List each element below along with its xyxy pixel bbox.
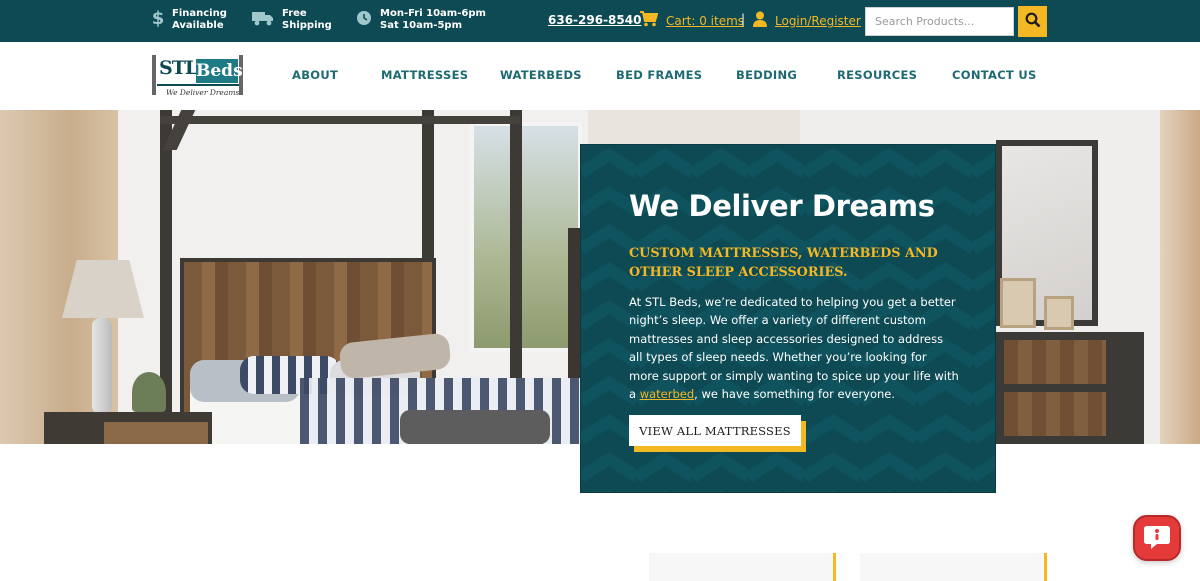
phone-link[interactable]: 636-296-8540 bbox=[548, 13, 641, 27]
financing-info[interactable]: $ Financing Available bbox=[152, 8, 227, 32]
hero-subtitle: CUSTOM MATTRESSES, WATERBEDS AND OTHER S… bbox=[629, 246, 938, 280]
search-icon bbox=[1025, 12, 1041, 31]
hours-line-2: Sat 10am-5pm bbox=[380, 20, 462, 31]
cart-icon bbox=[640, 11, 659, 31]
waterbed-link[interactable]: waterbed bbox=[640, 387, 694, 401]
login-register-link[interactable]: Login/Register bbox=[753, 11, 861, 31]
hero-body-text-2: , we have something for everyone. bbox=[694, 387, 896, 402]
nav-resources[interactable]: RESOURCES bbox=[837, 68, 917, 82]
nav-contact-us[interactable]: CONTACT US bbox=[952, 68, 1037, 82]
search-input[interactable] bbox=[865, 7, 1014, 36]
clock-icon bbox=[356, 10, 372, 30]
hero-promo-box: We Deliver Dreams CUSTOM MATTRESSES, WAT… bbox=[580, 144, 996, 493]
nav-separator: | bbox=[741, 12, 746, 26]
truck-icon bbox=[252, 10, 274, 30]
product-card-2[interactable] bbox=[860, 553, 1047, 581]
top-utility-bar: $ Financing Available Free Shipping Mon-… bbox=[0, 0, 1200, 42]
logo-bracket-left bbox=[152, 55, 156, 95]
logo-tagline: We Deliver Dreams bbox=[166, 88, 240, 97]
nav-mattresses[interactable]: MATTRESSES bbox=[381, 68, 468, 82]
login-label: Login/Register bbox=[775, 14, 861, 28]
nav-bedding[interactable]: BEDDING bbox=[736, 68, 797, 82]
nav-about[interactable]: ABOUT bbox=[292, 68, 338, 82]
shipping-line-1: Free bbox=[282, 8, 307, 19]
hours-line-1: Mon-Fri 10am-6pm bbox=[380, 8, 486, 19]
logo-underline bbox=[157, 84, 239, 86]
financing-line-1: Financing bbox=[172, 8, 227, 19]
hero-title: We Deliver Dreams bbox=[629, 189, 935, 223]
financing-line-2: Available bbox=[172, 20, 224, 31]
dollar-icon: $ bbox=[152, 8, 165, 32]
site-logo[interactable]: STL Beds We Deliver Dreams bbox=[152, 54, 244, 100]
cart-label: Cart: 0 items bbox=[666, 14, 745, 28]
svg-text:$: $ bbox=[152, 8, 164, 28]
user-icon bbox=[753, 11, 767, 31]
hero-body: At STL Beds, we’re dedicated to helping … bbox=[629, 293, 959, 403]
site-header: STL Beds We Deliver Dreams ABOUT MATTRES… bbox=[0, 42, 1200, 110]
logo-beds-text: Beds bbox=[196, 59, 243, 83]
store-hours: Mon-Fri 10am-6pm Sat 10am-5pm bbox=[356, 8, 486, 32]
chat-button[interactable] bbox=[1133, 515, 1181, 561]
cart-link[interactable]: Cart: 0 items bbox=[640, 11, 744, 31]
chat-icon bbox=[1142, 522, 1172, 555]
product-card-1[interactable] bbox=[649, 553, 836, 581]
hero-body-text-1: At STL Beds, we’re dedicated to helping … bbox=[629, 295, 959, 402]
search-button[interactable] bbox=[1018, 6, 1047, 37]
view-all-mattresses-button[interactable]: VIEW ALL MATTRESSES bbox=[629, 415, 801, 446]
nav-bed-frames[interactable]: BED FRAMES bbox=[616, 68, 702, 82]
shipping-line-2: Shipping bbox=[282, 20, 332, 31]
logo-stl-text: STL bbox=[159, 57, 198, 79]
shipping-info[interactable]: Free Shipping bbox=[252, 8, 332, 32]
nav-waterbeds[interactable]: WATERBEDS bbox=[500, 68, 582, 82]
